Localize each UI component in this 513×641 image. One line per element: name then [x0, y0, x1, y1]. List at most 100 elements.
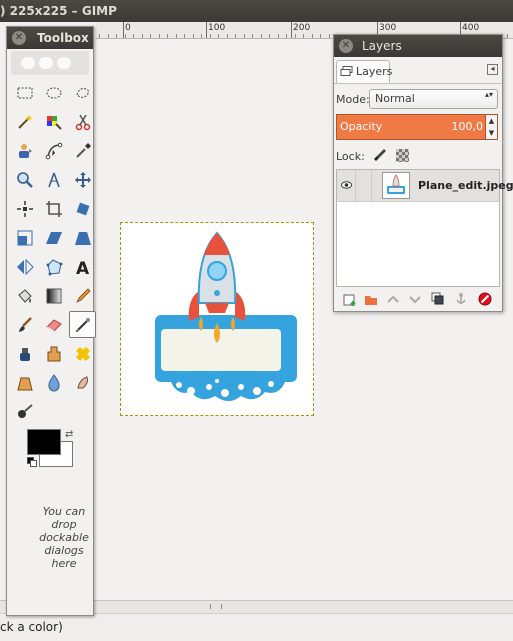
ruler-label: 200	[293, 23, 311, 33]
flip-icon[interactable]	[11, 253, 38, 280]
delete-layer-icon[interactable]	[478, 292, 492, 306]
blur-icon[interactable]	[40, 369, 67, 396]
anchor-layer-icon[interactable]	[454, 292, 468, 306]
select-arrows-icon: ▴▾	[484, 90, 493, 99]
opacity-slider[interactable]: Opacity 100,0 ▲ ▼	[336, 114, 498, 140]
ruler-label: 100	[208, 23, 226, 33]
ruler-minor-tick	[295, 34, 296, 38]
clone-icon[interactable]	[40, 340, 67, 367]
ruler-minor-tick	[329, 34, 330, 38]
rotate-icon[interactable]	[69, 195, 96, 222]
layers-titlebar[interactable]: ✕ Layers	[334, 35, 502, 57]
foreground-color-swatch[interactable]	[27, 429, 61, 455]
swap-colors-icon[interactable]: ⇄	[65, 429, 73, 440]
scale-icon[interactable]	[11, 224, 38, 251]
opacity-value: 100,0	[451, 120, 484, 133]
spin-down-icon[interactable]: ▼	[486, 127, 497, 139]
ruler-minor-tick	[99, 34, 100, 38]
scissors-select-icon[interactable]	[69, 108, 96, 135]
paintbrush-icon[interactable]	[11, 311, 38, 338]
lock-alpha-icon[interactable]	[396, 149, 409, 162]
drop-area-shape	[57, 57, 71, 69]
paths-icon[interactable]	[40, 137, 67, 164]
ruler-major-tick	[123, 22, 124, 38]
bucket-fill-icon[interactable]	[11, 282, 38, 309]
visibility-separator	[355, 170, 356, 201]
smudge-icon[interactable]	[69, 369, 96, 396]
lock-pixels-icon[interactable]	[373, 148, 387, 162]
foreground-select-icon[interactable]	[11, 137, 38, 164]
layers-icon	[340, 66, 353, 76]
ruler-minor-tick	[159, 34, 160, 38]
heal-icon[interactable]	[69, 340, 96, 367]
perspective-icon[interactable]	[69, 224, 96, 251]
tab-menu-icon[interactable]: ◂	[487, 64, 498, 75]
ruler-minor-tick	[184, 34, 185, 38]
rocket-thumbnail-icon	[387, 174, 405, 194]
ruler-minor-tick	[150, 34, 151, 38]
raise-layer-icon[interactable]	[386, 292, 400, 306]
blend-icon[interactable]	[40, 282, 67, 309]
eraser-icon[interactable]	[40, 311, 67, 338]
ruler-minor-tick	[218, 34, 219, 38]
ruler-minor-tick	[278, 34, 279, 38]
rect-select-icon[interactable]	[11, 79, 38, 106]
opacity-label: Opacity	[340, 120, 383, 133]
layers-dock: ✕ Layers Layers ◂ Mode: Normal ▴▾ Opacit…	[333, 34, 513, 312]
ruler-minor-tick	[227, 34, 228, 38]
window-titlebar: ) 225x225 – GIMP	[0, 0, 513, 22]
lower-layer-icon[interactable]	[408, 292, 422, 306]
lock-row: Lock:	[336, 147, 496, 167]
scrollbar-grip[interactable]	[210, 604, 222, 609]
toolbox-titlebar[interactable]: ✕ Toolbox	[7, 27, 93, 49]
opacity-spinner[interactable]: ▲ ▼	[485, 115, 497, 139]
drop-area-shape	[21, 57, 35, 69]
duplicate-layer-icon[interactable]	[431, 292, 445, 306]
ruler-major-tick	[291, 22, 292, 38]
ruler-minor-tick	[201, 34, 202, 38]
move-icon[interactable]	[69, 166, 96, 193]
color-picker-icon[interactable]	[69, 137, 96, 164]
eye-icon[interactable]	[341, 181, 352, 189]
ruler-minor-tick	[176, 34, 177, 38]
ruler-minor-tick	[320, 34, 321, 38]
layer-row[interactable]: Plane_edit.jpeg	[337, 170, 513, 202]
svg-text:A: A	[76, 259, 90, 277]
chain-separator	[371, 170, 372, 201]
ruler-minor-tick	[269, 34, 270, 38]
wilber-drop-area[interactable]	[11, 51, 89, 75]
align-icon[interactable]	[11, 195, 38, 222]
cage-transform-icon[interactable]	[40, 253, 67, 280]
text-icon[interactable]: A	[69, 253, 96, 280]
ruler-major-tick	[206, 22, 207, 38]
dodge-burn-icon[interactable]	[11, 398, 38, 425]
ruler-label: 0	[125, 23, 131, 33]
airbrush-icon[interactable]	[69, 311, 96, 338]
crop-icon[interactable]	[40, 195, 67, 222]
ruler-minor-tick	[244, 34, 245, 38]
measure-icon[interactable]	[40, 166, 67, 193]
new-group-icon[interactable]	[364, 292, 378, 306]
ink-icon[interactable]	[11, 340, 38, 367]
fuzzy-select-icon[interactable]	[11, 108, 38, 135]
perspective-clone-icon[interactable]	[11, 369, 38, 396]
reset-colors-icon[interactable]	[27, 457, 37, 467]
toolbox-close-button[interactable]: ✕	[12, 31, 26, 45]
ruler-label: 300	[379, 23, 397, 33]
zoom-icon[interactable]	[11, 166, 38, 193]
image-canvas[interactable]	[120, 222, 314, 416]
tool-grid: A	[11, 79, 96, 427]
window-title: ) 225x225 – GIMP	[0, 4, 117, 18]
select-by-color-icon[interactable]	[40, 108, 67, 135]
pencil-icon[interactable]	[69, 282, 96, 309]
spin-up-icon[interactable]: ▲	[486, 115, 497, 127]
tab-layers-label: Layers	[356, 65, 393, 78]
layers-close-button[interactable]: ✕	[339, 39, 353, 53]
ellipse-select-icon[interactable]	[40, 79, 67, 106]
tab-layers[interactable]: Layers	[336, 60, 393, 83]
shear-icon[interactable]	[40, 224, 67, 251]
new-layer-icon[interactable]	[342, 292, 356, 306]
free-select-icon[interactable]	[69, 79, 96, 106]
mode-select[interactable]: Normal ▴▾	[369, 89, 498, 109]
layer-name: Plane_edit.jpeg	[418, 179, 513, 192]
